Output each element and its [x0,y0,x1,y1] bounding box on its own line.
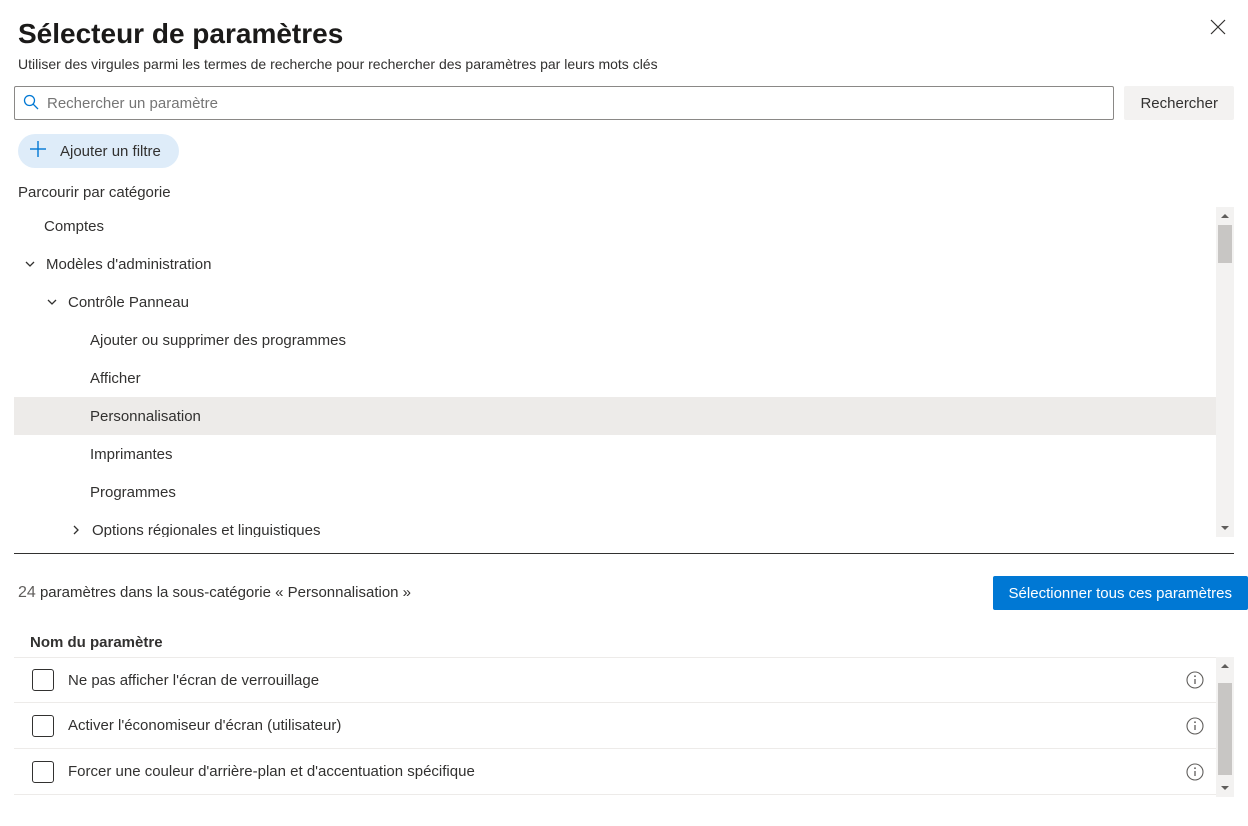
close-button[interactable] [1208,18,1228,38]
scroll-track[interactable] [1216,225,1234,519]
tree-item[interactable]: Programmes [14,473,1216,511]
scroll-up-arrow[interactable] [1216,207,1234,225]
search-input-container[interactable] [14,86,1114,120]
setting-label: Activer l'économiseur d'écran (utilisate… [68,717,1186,734]
tree-item-label: Modèles d'administration [46,256,211,273]
tree-item[interactable]: Afficher [14,359,1216,397]
tree-item-label: Afficher [90,370,141,387]
tree-scrollbar[interactable] [1216,207,1234,537]
setting-checkbox[interactable] [32,761,54,783]
setting-checkbox[interactable] [32,669,54,691]
chevron-down-icon[interactable] [22,256,38,272]
tree-item[interactable]: Comptes [14,207,1216,245]
results-count-text: paramètres dans la sous-catégorie « Pers… [36,584,411,601]
search-input[interactable] [39,95,1105,112]
tree-item-label: Ajouter ou supprimer des programmes [90,332,346,349]
page-title: Sélecteur de paramètres [18,18,1230,50]
tree-item[interactable]: Modèles d'administration [14,245,1216,283]
column-header-name[interactable]: Nom du paramètre [0,610,1248,657]
results-count: 24 paramètres dans la sous-catégorie « P… [18,584,411,602]
setting-label: Ne pas afficher l'écran de verrouillage [68,672,1186,689]
scroll-up-arrow[interactable] [1216,657,1234,675]
settings-scrollbar[interactable] [1216,657,1234,797]
tree-item-label: Programmes [90,484,176,501]
scroll-down-arrow[interactable] [1216,519,1234,537]
tree-item[interactable]: Personnalisation [14,397,1216,435]
select-all-button[interactable]: Sélectionner tous ces paramètres [993,576,1248,610]
chevron-down-icon[interactable] [44,294,60,310]
page-subtitle: Utiliser des virgules parmi les termes d… [18,56,1230,72]
setting-label: Forcer une couleur d'arrière-plan et d'a… [68,763,1186,780]
setting-checkbox[interactable] [32,715,54,737]
results-count-number: 24 [18,584,36,601]
tree-item-label: Imprimantes [90,446,173,463]
category-tree: Comptes Modèles d'administration Contrôle … [14,207,1216,537]
plus-icon [28,139,48,163]
close-icon [1210,19,1226,38]
search-button[interactable]: Rechercher [1124,86,1234,120]
tree-item[interactable]: Options régionales et linguistiques [14,511,1216,537]
tree-item[interactable]: Imprimantes [14,435,1216,473]
settings-list: Ne pas afficher l'écran de verrouillage A… [14,657,1216,797]
tree-item-label: Options régionales et linguistiques [92,522,320,538]
browse-by-category-label: Parcourir par catégorie [0,182,1248,207]
add-filter-label: Ajouter un filtre [60,143,161,160]
tree-item-label: Personnalisation [90,408,201,425]
setting-row[interactable]: Ne pas afficher l'écran de verrouillage [14,657,1216,703]
setting-row[interactable]: Forcer une couleur d'arrière-plan et d'a… [14,749,1216,795]
search-icon [23,94,39,113]
add-filter-button[interactable]: Ajouter un filtre [18,134,179,168]
scroll-track[interactable] [1216,675,1234,779]
scroll-thumb[interactable] [1218,225,1232,263]
setting-row[interactable]: Activer l'économiseur d'écran (utilisate… [14,703,1216,749]
tree-item[interactable]: Contrôle Panneau [14,283,1216,321]
chevron-right-icon[interactable] [68,522,84,537]
tree-item-label: Contrôle Panneau [68,294,189,311]
scroll-thumb[interactable] [1218,683,1232,775]
tree-item-label: Comptes [44,218,104,235]
info-icon[interactable] [1186,717,1204,735]
tree-item[interactable]: Ajouter ou supprimer des programmes [14,321,1216,359]
scroll-down-arrow[interactable] [1216,779,1234,797]
info-icon[interactable] [1186,671,1204,689]
info-icon[interactable] [1186,763,1204,781]
